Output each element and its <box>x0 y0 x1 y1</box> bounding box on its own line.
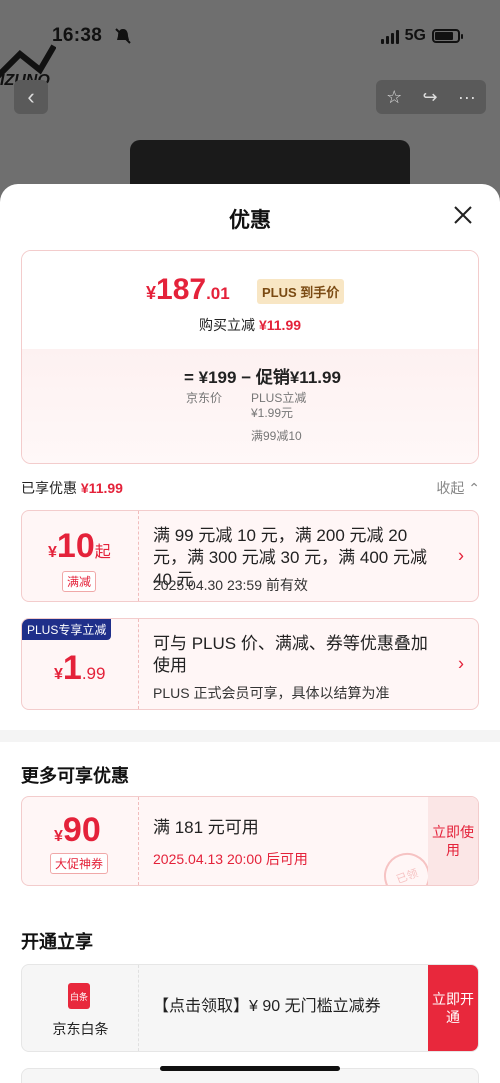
share-icon[interactable]: ↪ <box>423 87 438 108</box>
coupon-sub: PLUS 正式会员可享，具体以结算为准 <box>153 685 390 701</box>
chevron-right-icon: › <box>458 653 464 674</box>
price-breakdown: = ¥199 − 促销¥11.99 京东价 PLUS立减 ¥1.99元 满99减… <box>22 349 478 463</box>
coupon-amount: ¥10起 <box>48 527 111 565</box>
status-time: 16:38 <box>52 25 103 46</box>
nav-actions: ☆ ↪ ··· <box>376 80 486 114</box>
discount-line: 购买立减 ¥11.99 <box>198 317 302 333</box>
sheet-title: 优惠 <box>229 209 271 232</box>
coupon-plus[interactable]: PLUS专享立减 ¥1.99 可与 PLUS 价、满减、券等优惠叠加使用 PLU… <box>21 618 479 710</box>
baitiao-icon: 白条 <box>68 983 90 1009</box>
mute-bell-icon <box>115 28 131 44</box>
coupon-amount: ¥1.99 <box>54 649 106 687</box>
section-divider <box>0 730 500 742</box>
promo-line-3: 满99减10 <box>251 429 302 443</box>
price-card: ¥187.01 PLUS 到手价 购买立减 ¥11.99 = ¥199 − 促销¥… <box>21 250 479 464</box>
open-offers-title: 开通立享 <box>21 932 93 952</box>
baitiao-offer[interactable]: 白条 京东白条 【点击领取】¥ 90 无门槛立减券 立即开通 <box>21 964 479 1052</box>
coupon-text: 满 181 元可用 <box>153 818 259 837</box>
use-now-button[interactable]: 立即使用 <box>428 797 478 885</box>
network-type: 5G <box>404 27 426 44</box>
coupon-promo[interactable]: ¥90 大促神券 满 181 元可用 2025.04.13 20:00 后可用 … <box>21 796 479 886</box>
status-right: 5G <box>380 27 463 45</box>
coupon-badge: 满减 <box>62 571 97 592</box>
open-now-button[interactable]: 立即开通 <box>428 965 478 1051</box>
star-icon[interactable]: ☆ <box>386 87 402 108</box>
plus-price-tag: PLUS 到手价 <box>257 279 345 304</box>
collapse-button[interactable]: 收起 ⌃ <box>436 478 480 498</box>
discount-sheet: 优惠 ¥187.01 PLUS 到手价 购买立减 ¥11.99 = ¥199 − … <box>0 184 500 1083</box>
promo-line-2: ¥1.99元 <box>251 406 294 420</box>
battery-icon <box>432 29 463 43</box>
close-icon[interactable] <box>450 202 476 228</box>
jd-price-label: 京东价 <box>186 391 223 405</box>
coupon-text: 可与 PLUS 价、满减、券等优惠叠加使用 <box>153 634 428 676</box>
signal-icon <box>380 28 399 44</box>
plus-ribbon: PLUS专享立减 <box>22 619 112 640</box>
price-formula: = ¥199 − 促销¥11.99 <box>184 368 341 387</box>
more-icon[interactable]: ··· <box>458 87 476 108</box>
coupon-sub: 2025.04.13 20:00 后可用 <box>153 851 308 867</box>
chevron-up-icon: ⌃ <box>468 480 480 496</box>
final-price: ¥187.01 <box>146 273 230 306</box>
coupon-amount: ¥90 <box>54 811 101 849</box>
coupon-badge: 大促神券 <box>50 853 109 874</box>
back-button[interactable]: ‹ <box>14 80 48 114</box>
offer-text: 【点击领取】¥ 90 无门槛立减券 <box>153 998 381 1015</box>
more-offers-title: 更多可享优惠 <box>21 766 129 786</box>
coupon-sub: 2025.04.30 23:59 前有效 <box>153 577 308 593</box>
enjoyed-discount: 已享优惠 ¥11.99 <box>21 480 123 496</box>
chevron-right-icon: › <box>458 545 464 566</box>
coupon-full-reduction[interactable]: ¥10起 满减 满 99 元减 10 元，满 200 元减 20 元，满 300… <box>21 510 479 602</box>
home-indicator <box>160 1066 340 1071</box>
promo-line-1: PLUS立减 <box>251 391 307 405</box>
baitiao-label: 京东白条 <box>52 1021 109 1037</box>
